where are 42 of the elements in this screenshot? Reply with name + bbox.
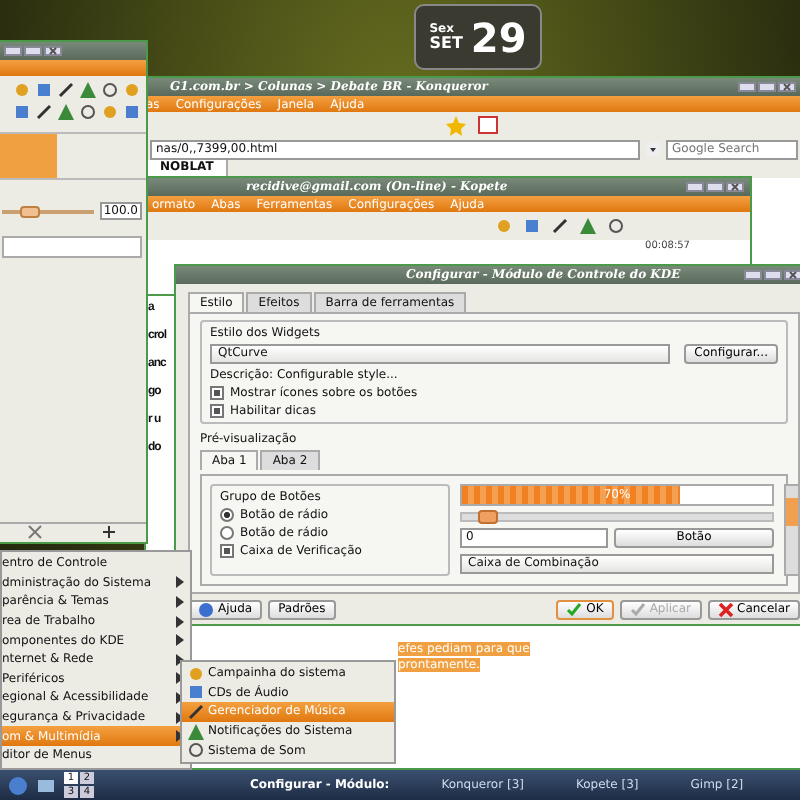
slider-handle[interactable] <box>477 510 498 524</box>
ring-icon[interactable] <box>608 218 624 234</box>
month-label: SET <box>429 35 463 51</box>
dropdown-arrow-icon[interactable] <box>646 142 660 156</box>
submenu-arrow-icon[interactable] <box>176 576 184 589</box>
submenu-arrow-icon[interactable] <box>176 615 184 628</box>
submenu-arrow-icon[interactable] <box>176 595 184 608</box>
square-icon[interactable] <box>124 104 140 120</box>
maximize-icon[interactable] <box>706 182 724 192</box>
maximize-icon[interactable] <box>764 270 782 280</box>
pencil-icon[interactable] <box>552 218 568 234</box>
day-number: 29 <box>470 13 527 61</box>
checkbox[interactable] <box>220 544 234 558</box>
slider-handle[interactable] <box>19 205 40 217</box>
scroll-thumb[interactable] <box>786 498 798 526</box>
cross-icon[interactable] <box>717 602 734 618</box>
star-icon[interactable] <box>446 115 466 135</box>
square-icon[interactable] <box>36 82 52 98</box>
minimize-icon[interactable] <box>738 82 756 92</box>
close-icon[interactable] <box>778 82 796 92</box>
triangle-icon[interactable] <box>188 723 204 740</box>
scrollbar[interactable] <box>784 484 800 576</box>
square-icon[interactable] <box>524 218 540 234</box>
close-icon[interactable] <box>44 46 62 56</box>
maximize-icon[interactable] <box>758 82 776 92</box>
minimize-icon[interactable] <box>4 46 22 56</box>
radio-button[interactable] <box>220 508 234 522</box>
minimize-icon[interactable] <box>744 270 762 280</box>
pencil-icon[interactable] <box>188 703 204 720</box>
radio-button[interactable] <box>220 526 234 540</box>
layer-field[interactable] <box>2 236 142 258</box>
square-icon[interactable] <box>14 104 30 120</box>
submenu-arrow-icon[interactable] <box>176 634 184 647</box>
checkmark-icon[interactable] <box>566 602 583 618</box>
checkbox[interactable] <box>210 386 224 400</box>
maximize-icon[interactable] <box>24 46 42 56</box>
close-icon[interactable] <box>784 270 800 280</box>
ring-icon[interactable] <box>188 742 204 759</box>
close-icon[interactable] <box>726 182 744 192</box>
triangle-icon[interactable] <box>580 218 596 234</box>
minimize-icon[interactable] <box>686 182 704 192</box>
checkbox[interactable] <box>210 404 224 418</box>
